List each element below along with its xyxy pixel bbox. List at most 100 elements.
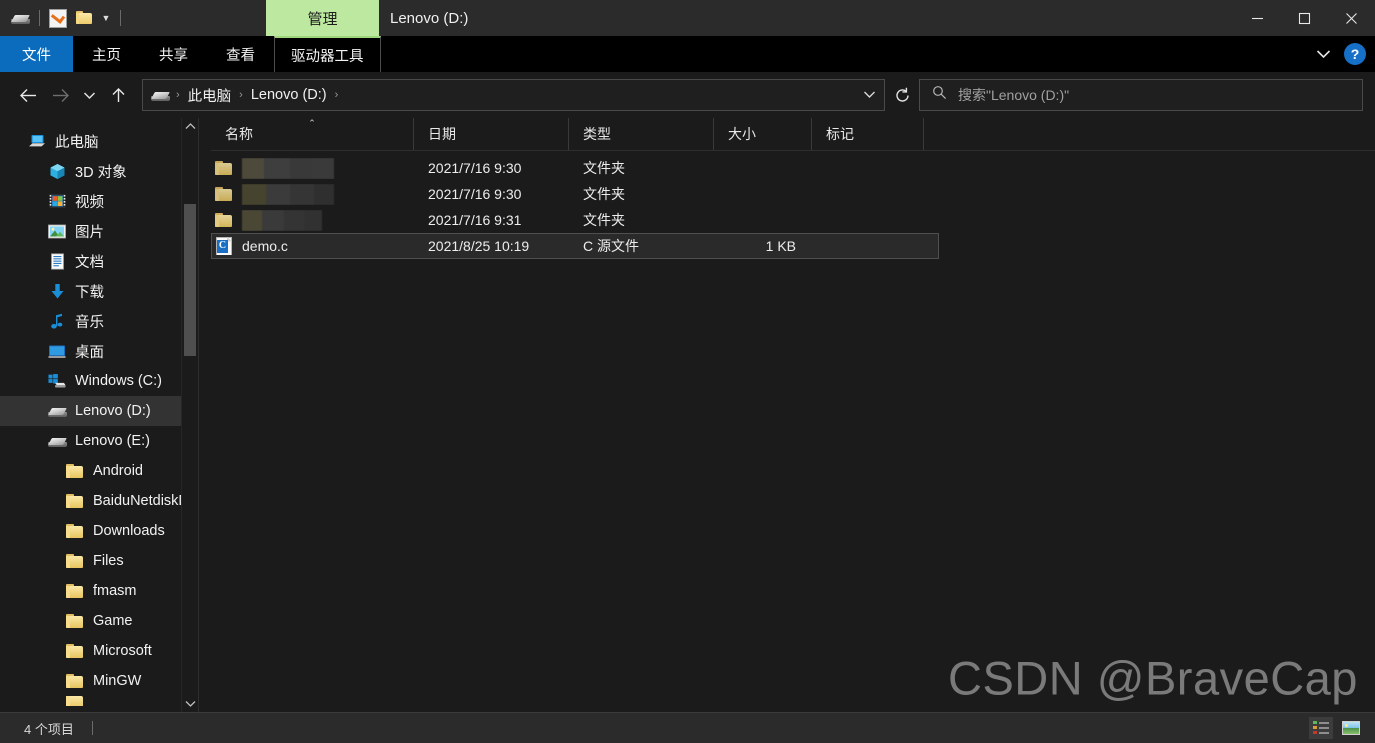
sidebar-item-lenovo-e[interactable]: Lenovo (E:) <box>0 426 198 456</box>
folder-icon <box>66 582 84 600</box>
sidebar-item-partial[interactable] <box>0 696 198 706</box>
sidebar-item-label: Android <box>93 463 143 479</box>
sidebar-item-pictures[interactable]: 图片 <box>0 216 198 246</box>
close-button[interactable] <box>1328 0 1375 36</box>
breadcrumb-item-this-pc[interactable]: 此电脑 <box>183 82 237 108</box>
sidebar-item-files[interactable]: Files <box>0 546 198 576</box>
drive-icon <box>48 402 67 420</box>
contextual-tab-label: 管理 <box>307 10 338 28</box>
column-header-size[interactable]: 大小 <box>713 118 811 150</box>
redacted-name <box>242 183 334 205</box>
sidebar-item-label: MinGW <box>93 673 142 689</box>
sidebar-item-lenovo-d[interactable]: Lenovo (D:) <box>0 396 198 426</box>
column-header-type[interactable]: 类型 <box>568 118 713 150</box>
ribbon-tab-bar: 文件 主页 共享 查看 驱动器工具 ? <box>0 36 1375 72</box>
table-row[interactable]: 2021/7/16 9:30 文件夹 <box>211 181 1375 207</box>
sidebar-item-android[interactable]: Android <box>0 456 198 486</box>
sidebar-scrollbar-thumb[interactable] <box>184 204 196 356</box>
contextual-tab-manage[interactable]: 管理 <box>266 0 379 36</box>
drive-icon[interactable] <box>8 5 34 31</box>
desktop-icon <box>48 342 66 360</box>
breadcrumb[interactable]: › 此电脑 › Lenovo (D:) › <box>142 79 885 111</box>
expand-ribbon-chevron-icon[interactable] <box>1310 41 1336 67</box>
sidebar-item-fmasm[interactable]: fmasm <box>0 576 198 606</box>
large-icons-view-button[interactable] <box>1339 717 1363 739</box>
column-header-tags[interactable]: 标记 <box>811 118 923 150</box>
sidebar-item-game[interactable]: Game <box>0 606 198 636</box>
breadcrumb-item-lenovo-d[interactable]: Lenovo (D:) <box>246 82 332 108</box>
table-row[interactable]: C demo.c 2021/8/25 10:19 C 源文件 1 KB <box>211 233 939 259</box>
search-input[interactable]: 搜索"Lenovo (D:)" <box>919 79 1363 111</box>
cell-name: C demo.c <box>212 237 414 255</box>
breadcrumb-sep-0[interactable]: › <box>173 82 183 108</box>
scroll-down-arrow-icon[interactable] <box>182 695 198 712</box>
folder-icon <box>66 672 84 690</box>
up-button[interactable] <box>102 79 134 111</box>
breadcrumb-sep-2[interactable]: › <box>332 82 342 108</box>
address-dropdown-chevron-icon[interactable] <box>858 80 880 108</box>
table-row[interactable]: 2021/7/16 9:31 文件夹 <box>211 207 1375 233</box>
sidebar-item-label: 文档 <box>75 254 104 271</box>
sidebar-scrollbar[interactable] <box>181 118 198 712</box>
minimize-button[interactable] <box>1234 0 1281 36</box>
column-header-name[interactable]: ⌃ 名称 <box>211 118 413 150</box>
help-button[interactable]: ? <box>1344 43 1366 65</box>
file-explorer-window: ▼ 管理 Lenovo (D:) 文件 主页 共享 查看 驱动器工具 ? › 此… <box>0 0 1375 743</box>
3d-objects-icon <box>48 162 66 180</box>
customize-qat-chevron-icon[interactable]: ▼ <box>97 5 115 31</box>
tab-home[interactable]: 主页 <box>73 36 140 72</box>
sidebar-item-desktop[interactable]: 桌面 <box>0 336 198 366</box>
tab-file[interactable]: 文件 <box>0 36 73 72</box>
redacted-name <box>242 157 334 179</box>
properties-icon[interactable] <box>45 5 71 31</box>
sidebar-item-3d-objects[interactable]: 3D 对象 <box>0 156 198 186</box>
search-icon <box>932 85 947 105</box>
sidebar-item-label: 此电脑 <box>55 134 99 151</box>
drive-icon <box>48 432 67 450</box>
file-list-pane: ⌃ 名称 日期 类型 大小 标记 2021/7/16 9:30 文件夹 2021… <box>199 118 1375 712</box>
sidebar-item-music[interactable]: 音乐 <box>0 306 198 336</box>
column-header-label: 类型 <box>583 126 611 142</box>
sidebar-item-documents[interactable]: 文档 <box>0 246 198 276</box>
tab-view[interactable]: 查看 <box>207 36 274 72</box>
large-icons-view-icon <box>1342 721 1360 735</box>
scroll-up-arrow-icon[interactable] <box>182 118 198 135</box>
table-row[interactable]: 2021/7/16 9:30 文件夹 <box>211 155 1375 181</box>
pictures-icon <box>48 222 66 240</box>
column-header-label: 名称 <box>225 126 253 142</box>
tab-file-label: 文件 <box>22 47 51 64</box>
sidebar-item-label: Game <box>93 613 133 629</box>
details-view-button[interactable] <box>1309 717 1333 739</box>
cell-name <box>212 157 414 179</box>
sidebar-item-mingw[interactable]: MinGW <box>0 666 198 696</box>
cell-name <box>212 183 414 205</box>
redacted-name <box>242 209 322 231</box>
help-label: ? <box>1350 46 1360 62</box>
new-folder-icon[interactable] <box>71 5 97 31</box>
tab-drive-tools[interactable]: 驱动器工具 <box>274 36 381 72</box>
folder-icon <box>66 696 84 706</box>
sidebar-item-microsoft[interactable]: Microsoft <box>0 636 198 666</box>
sidebar-item-videos[interactable]: 视频 <box>0 186 198 216</box>
recent-locations-chevron-icon[interactable] <box>76 79 102 111</box>
refresh-button[interactable] <box>885 80 919 110</box>
cell-type: C 源文件 <box>583 238 639 254</box>
back-button[interactable] <box>12 79 44 111</box>
sidebar-item-this-pc[interactable]: 此电脑 <box>0 126 198 156</box>
sidebar-item-label: Windows (C:) <box>75 373 163 389</box>
column-header-spacer <box>923 118 955 150</box>
sidebar-item-downloads[interactable]: 下载 <box>0 276 198 306</box>
column-header-date[interactable]: 日期 <box>413 118 568 150</box>
folder-icon <box>215 185 233 203</box>
title-bar: ▼ 管理 Lenovo (D:) <box>0 0 1375 36</box>
sidebar-item-label: Files <box>93 553 124 569</box>
sidebar-item-windows-c[interactable]: Windows (C:) <box>0 366 198 396</box>
forward-button[interactable] <box>44 79 76 111</box>
sidebar-item-downloads-folder[interactable]: Downloads <box>0 516 198 546</box>
sidebar-item-baidunetdiskdownload[interactable]: BaiduNetdiskDow <box>0 486 198 516</box>
maximize-button[interactable] <box>1281 0 1328 36</box>
main-content: 此电脑 3D 对象 视频 图片 文档 下载 音乐 桌面 Windows (C:)… <box>0 118 1375 712</box>
tab-share[interactable]: 共享 <box>140 36 207 72</box>
breadcrumb-sep-1[interactable]: › <box>236 82 246 108</box>
sidebar-item-label: fmasm <box>93 583 137 599</box>
